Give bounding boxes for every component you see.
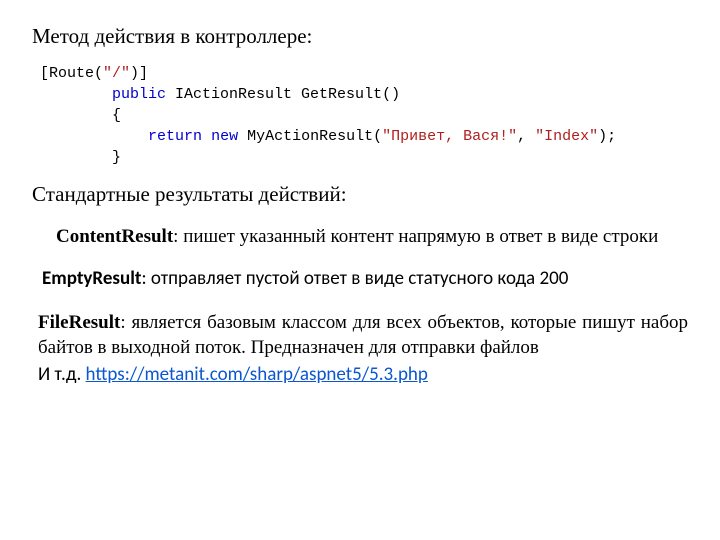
- empty-result-name: EmptyResult: [42, 267, 141, 290]
- code-string: "Index": [535, 128, 598, 145]
- empty-result-para: EmptyResult: отправляет пустой ответ в в…: [42, 266, 672, 292]
- code-block: [Route("/")] public IActionResult GetRes…: [40, 63, 688, 168]
- code-text: [202, 128, 211, 145]
- code-text: {: [40, 107, 121, 124]
- empty-result-desc: : отправляет пустой ответ в виде статусн…: [141, 267, 568, 290]
- file-result-desc: : является базовым классом для всех объе…: [38, 312, 688, 358]
- code-keyword: return: [148, 128, 202, 145]
- code-keyword: new: [211, 128, 238, 145]
- etc-line: И т.д. https://metanit.com/sharp/aspnet5…: [38, 363, 688, 386]
- code-text: }: [40, 149, 121, 166]
- heading-method: Метод действия в контроллере:: [32, 24, 688, 49]
- doc-link[interactable]: https://metanit.com/sharp/aspnet5/5.3.ph…: [86, 363, 428, 386]
- file-result-para: FileResult: является базовым классом для…: [38, 311, 688, 360]
- code-text: ,: [517, 128, 535, 145]
- code-text: [Route(: [40, 65, 103, 82]
- content-result-name: ContentResult: [56, 226, 173, 247]
- code-string: "/": [103, 65, 130, 82]
- content-result-para: ContentResult: пишет указанный контент н…: [32, 225, 688, 250]
- code-text: )]: [130, 65, 148, 82]
- code-string: "Привет, Вася!": [382, 128, 517, 145]
- code-text: IActionResult GetResult(): [166, 86, 400, 103]
- code-indent: [40, 86, 112, 103]
- code-indent: [40, 128, 148, 145]
- etc-prefix: И т.д.: [38, 363, 86, 386]
- file-result-name: FileResult: [38, 312, 120, 333]
- code-text: );: [598, 128, 616, 145]
- code-keyword: public: [112, 86, 166, 103]
- heading-standard-results: Стандартные результаты действий:: [32, 182, 688, 207]
- code-text: MyActionResult(: [238, 128, 382, 145]
- content-result-desc: : пишет указанный контент напрямую в отв…: [173, 226, 658, 247]
